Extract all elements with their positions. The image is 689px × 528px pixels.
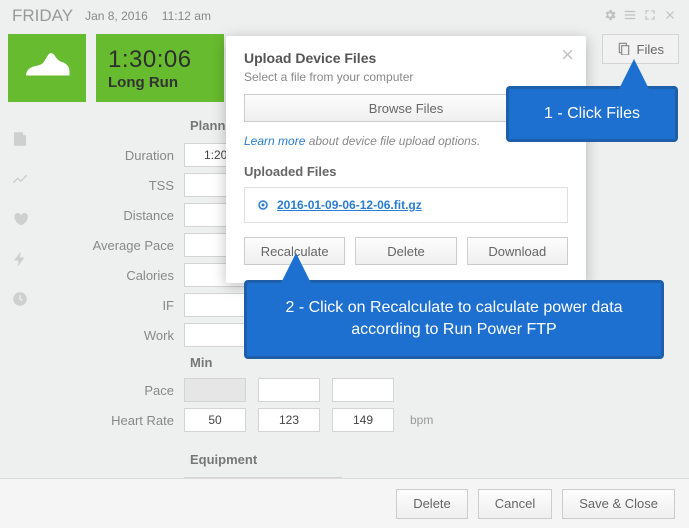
gear-icon[interactable] (603, 8, 617, 25)
dialog-delete-button[interactable]: Delete (355, 237, 456, 265)
input-pace-min (184, 378, 246, 402)
menu-icon[interactable] (623, 8, 637, 25)
activity-duration: 1:30:06 (108, 46, 212, 74)
label-calories: Calories (40, 268, 184, 283)
save-close-button[interactable]: Save & Close (562, 489, 675, 519)
input-hr-avg[interactable] (258, 408, 320, 432)
callout-1-text: 1 - Click Files (544, 105, 640, 122)
files-icon (617, 41, 631, 58)
sidebar (0, 110, 40, 515)
callout-1: 1 - Click Files (506, 86, 678, 142)
label-avg-pace: Average Pace (40, 238, 184, 253)
learn-more-rest: about device file upload options. (305, 134, 480, 148)
download-button[interactable]: Download (467, 237, 568, 265)
power-tab-icon[interactable] (11, 250, 29, 268)
input-pace-avg[interactable] (258, 378, 320, 402)
input-pace-max[interactable] (332, 378, 394, 402)
dialog-footer: Delete Cancel Save & Close (0, 478, 689, 528)
files-button-label: Files (637, 42, 664, 57)
uploaded-files-header: Uploaded Files (244, 164, 568, 179)
uploaded-file-link[interactable]: 2016-01-09-06-12-06.fit.gz (277, 198, 422, 212)
day-label: FRIDAY (12, 6, 73, 26)
label-heart-rate: Heart Rate (40, 413, 184, 428)
activity-meta: 1:30:06 Long Run (96, 34, 224, 102)
input-hr-min[interactable] (184, 408, 246, 432)
close-icon[interactable] (663, 8, 677, 25)
time-tab-icon[interactable] (11, 290, 29, 308)
equipment-header: Equipment (40, 444, 669, 475)
callout-2-text: 2 - Click on Recalculate to calculate po… (285, 299, 622, 338)
chart-tab-icon[interactable] (11, 170, 29, 188)
delete-button[interactable]: Delete (396, 489, 468, 519)
expand-icon[interactable] (643, 8, 657, 25)
unit-bpm: bpm (410, 413, 433, 427)
cancel-button[interactable]: Cancel (478, 489, 552, 519)
file-bullet-icon (257, 199, 269, 211)
input-hr-max[interactable] (332, 408, 394, 432)
activity-name: Long Run (108, 74, 212, 91)
dialog-title: Upload Device Files (244, 50, 568, 66)
activity-type-icon (8, 34, 86, 102)
date-label: Jan 8, 2016 (85, 9, 148, 23)
callout-2: 2 - Click on Recalculate to calculate po… (244, 280, 664, 359)
label-work: Work (40, 328, 184, 343)
label-duration: Duration (40, 148, 184, 163)
heart-tab-icon[interactable] (11, 210, 29, 228)
label-distance: Distance (40, 208, 184, 223)
col-min: Min (190, 355, 252, 370)
dialog-subtitle: Select a file from your computer (244, 70, 568, 84)
learn-more-link[interactable]: Learn more (244, 134, 305, 148)
label-if: IF (40, 298, 184, 313)
header-icons (603, 8, 677, 25)
time-label: 11:12 am (162, 9, 211, 23)
dialog-close-icon[interactable]: × (561, 44, 574, 66)
running-shoe-icon (23, 48, 71, 88)
label-pace: Pace (40, 383, 184, 398)
uploaded-file-row: 2016-01-09-06-12-06.fit.gz (244, 187, 568, 223)
window-header: FRIDAY Jan 8, 2016 11:12 am (0, 0, 689, 30)
summary-tab-icon[interactable] (11, 130, 29, 148)
upload-dialog: × Upload Device Files Select a file from… (226, 36, 586, 283)
label-tss: TSS (40, 178, 184, 193)
